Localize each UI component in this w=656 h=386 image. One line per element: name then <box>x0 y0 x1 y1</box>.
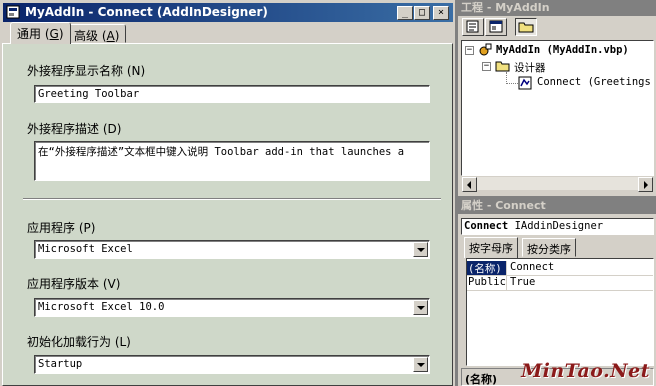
tab-alphabetic[interactable]: 按字母序 <box>464 237 518 258</box>
scroll-right-icon[interactable] <box>638 177 653 192</box>
addin-designer-icon <box>6 5 20 19</box>
load-behavior-select[interactable]: Startup <box>34 355 430 374</box>
display-name-input[interactable]: Greeting Toolbar <box>34 85 430 103</box>
object-name: Connect <box>464 220 509 232</box>
maximize-button[interactable]: □ <box>414 6 430 20</box>
folder-icon <box>518 22 534 33</box>
view-object-icon <box>489 20 503 33</box>
property-name: (名称) <box>467 261 507 275</box>
project-title-bar[interactable]: 工程 - MyAddIn <box>458 0 656 16</box>
designer-window: MyAddIn - Connect (AddInDesigner) _ □ × … <box>0 0 456 386</box>
load-behavior-label: 初始化加载行为 (L) <box>27 335 131 349</box>
display-name-label: 外接程序显示名称 (N) <box>27 64 146 78</box>
application-select[interactable]: Microsoft Excel <box>34 240 430 259</box>
general-tab-panel: 外接程序显示名称 (N) Greeting Toolbar 外接程序描述 (D)… <box>2 43 453 386</box>
project-explorer: 工程 - MyAddIn − MyAddIn (MyAddIn.vbp) − 设… <box>458 0 656 196</box>
app-version-label: 应用程序版本 (V) <box>27 277 121 291</box>
load-behavior-value: Startup <box>38 358 83 370</box>
property-value[interactable]: Connect <box>508 261 554 273</box>
view-object-button[interactable] <box>485 18 507 36</box>
properties-title-bar[interactable]: 属性 - Connect <box>458 198 656 214</box>
close-icon: × <box>437 7 445 18</box>
collapse-icon[interactable]: − <box>465 46 474 55</box>
property-grid[interactable]: (名称) Connect Public True <box>466 258 654 366</box>
app-version-value: Microsoft Excel 10.0 <box>38 301 165 313</box>
toggle-folders-button[interactable] <box>515 18 537 36</box>
watermark: MinTao.Net <box>521 360 650 382</box>
property-value[interactable]: True <box>508 276 535 288</box>
designer-title: MyAddIn - Connect (AddInDesigner) <box>25 5 268 19</box>
project-tree[interactable]: − MyAddIn (MyAddIn.vbp) − 设计器 Connect (G… <box>461 40 654 176</box>
object-selector[interactable]: Connect IAddinDesigner <box>461 218 654 235</box>
tab-advanced[interactable]: 高级 (A) <box>67 24 127 43</box>
description-textarea[interactable]: 在“外接程序描述”文本框中键入说明 Toolbar add-in that la… <box>34 141 430 181</box>
collapse-icon[interactable]: − <box>482 62 491 71</box>
properties-window: 属性 - Connect Connect IAddinDesigner 按字母序… <box>458 198 656 386</box>
tree-item-designers[interactable]: 设计器 <box>514 60 546 75</box>
application-label: 应用程序 (P) <box>27 221 96 235</box>
view-code-button[interactable] <box>462 18 484 36</box>
project-hscrollbar[interactable] <box>461 176 654 192</box>
designer-file-icon <box>518 76 532 90</box>
tree-line <box>506 83 518 84</box>
tree-item-project[interactable]: MyAddIn (MyAddIn.vbp) <box>496 44 629 56</box>
project-icon <box>479 43 492 56</box>
property-row[interactable]: Public True <box>467 276 653 291</box>
section-divider <box>23 198 441 200</box>
description-label: 外接程序描述 (D) <box>27 122 122 136</box>
folder-icon <box>495 61 510 72</box>
designer-title-bar[interactable]: MyAddIn - Connect (AddInDesigner) _ □ × <box>3 3 453 22</box>
tab-general[interactable]: 通用 (G) <box>10 22 71 44</box>
object-type: IAddinDesigner <box>514 220 604 232</box>
tab-categorized[interactable]: 按分类序 <box>522 238 576 257</box>
minimize-button[interactable]: _ <box>397 6 413 20</box>
view-code-icon <box>466 20 479 33</box>
property-name: Public <box>468 276 507 290</box>
property-row[interactable]: (名称) Connect <box>467 261 653 276</box>
chevron-down-icon[interactable] <box>413 300 428 315</box>
scroll-left-icon[interactable] <box>462 177 477 192</box>
maximize-icon: □ <box>418 7 426 18</box>
minimize-icon: _ <box>401 7 409 18</box>
application-value: Microsoft Excel <box>38 243 133 255</box>
close-button[interactable]: × <box>433 6 449 20</box>
app-version-select[interactable]: Microsoft Excel 10.0 <box>34 298 430 317</box>
chevron-down-icon[interactable] <box>413 242 428 257</box>
chevron-down-icon[interactable] <box>413 357 428 372</box>
tree-item-connect[interactable]: Connect (Greetings.Dsr) <box>537 76 653 88</box>
